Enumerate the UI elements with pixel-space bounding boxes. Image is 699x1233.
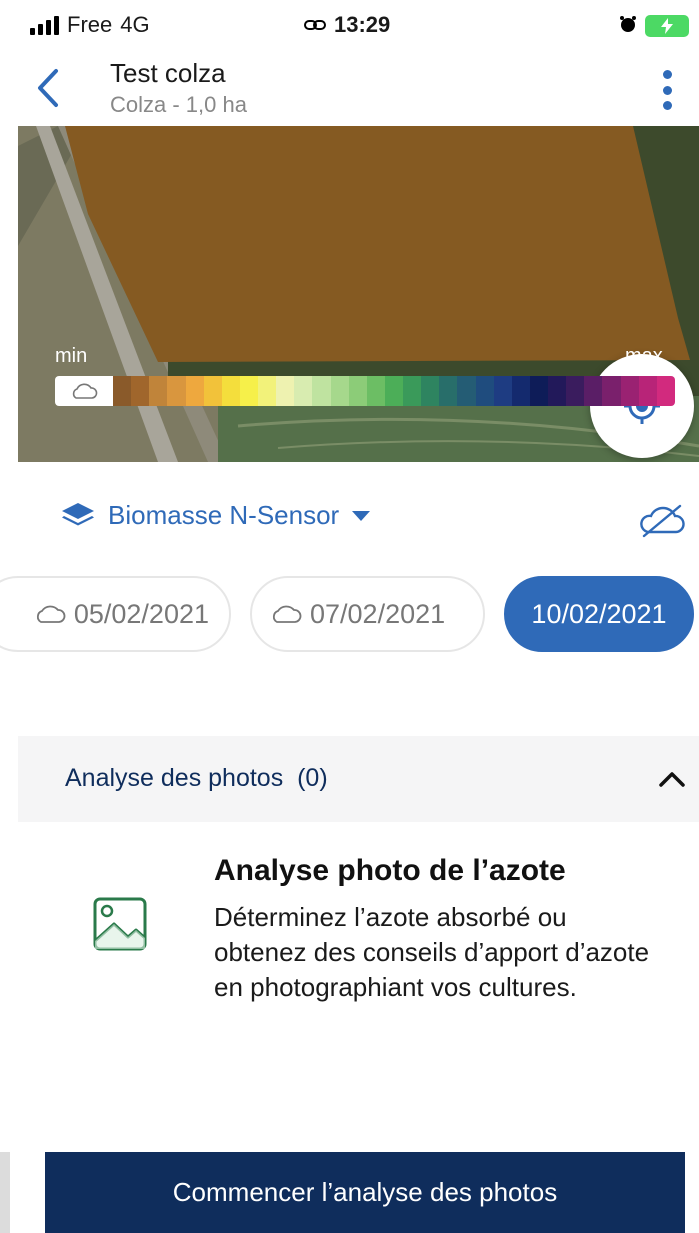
status-bar: Free 4G 13:29 <box>0 0 699 52</box>
chevron-left-icon <box>38 69 58 107</box>
status-center: 13:29 <box>304 12 390 38</box>
cloud-icon <box>36 605 66 623</box>
legend-swatch <box>131 376 150 406</box>
field-map[interactable] <box>18 126 699 462</box>
legend-swatch <box>566 376 585 406</box>
legend-swatch <box>602 376 621 406</box>
side-panel-edge <box>0 1152 10 1233</box>
legend-swatch <box>366 376 385 406</box>
date-label: 10/02/2021 <box>531 598 667 629</box>
legend-swatch <box>149 376 168 406</box>
legend-swatch <box>511 376 530 406</box>
legend-swatch <box>439 376 458 406</box>
page-subtitle: Colza - 1,0 ha <box>110 92 247 117</box>
back-button[interactable] <box>28 66 68 110</box>
alarm-icon <box>619 13 637 39</box>
photo-count: (0) <box>297 764 328 792</box>
layer-selector[interactable]: Biomasse N-Sensor <box>60 500 371 531</box>
legend-swatch <box>529 376 548 406</box>
legend-swatch <box>348 376 367 406</box>
legend-swatch <box>548 376 567 406</box>
legend-swatch <box>620 376 639 406</box>
legend-swatch <box>185 376 204 406</box>
cloud-filter-toggle[interactable] <box>637 500 687 540</box>
page-title: Test colza <box>110 58 226 88</box>
date-chip-2[interactable]: 07/02/2021 <box>250 576 485 652</box>
legend-swatch <box>276 376 295 406</box>
legend-max-label: max <box>625 345 663 367</box>
clock: 13:29 <box>334 12 391 37</box>
chevron-up-icon <box>657 764 687 794</box>
legend-swatch <box>384 376 403 406</box>
legend-swatch <box>258 376 277 406</box>
status-right <box>619 13 689 39</box>
layer-row: Biomasse N-Sensor <box>0 496 699 542</box>
legend-swatch <box>421 376 440 406</box>
legend-swatch <box>221 376 240 406</box>
analysis-title: Analyse photo de l’azote <box>214 854 566 887</box>
layer-label: Biomasse N-Sensor <box>108 500 340 530</box>
more-vertical-icon <box>662 70 672 79</box>
locate-me-button[interactable] <box>590 354 694 458</box>
legend-swatch <box>113 376 132 406</box>
caret-down-icon <box>352 510 371 521</box>
date-label: 05/02/2021 <box>73 598 209 629</box>
app-header: Test colza Colza - 1,0 ha <box>0 52 699 126</box>
legend-swatch <box>312 376 331 406</box>
legend-swatch <box>493 376 512 406</box>
legend-swatch <box>167 376 186 406</box>
legend-swatch <box>656 376 675 406</box>
start-photo-analysis-button[interactable]: Commencer l’analyse des photos <box>45 1152 685 1233</box>
cloud-icon <box>272 605 302 623</box>
section-title: Analyse des photos (0) <box>65 764 328 793</box>
link-icon <box>304 12 326 38</box>
legend-swatch <box>475 376 494 406</box>
legend-swatch <box>584 376 603 406</box>
legend-swatch <box>457 376 476 406</box>
more-options-button[interactable] <box>655 66 679 114</box>
legend-swatch <box>294 376 313 406</box>
signal-icon <box>30 15 59 35</box>
legend-swatch <box>239 376 258 406</box>
network-type: 4G <box>120 12 150 37</box>
date-chip-3[interactable]: 10/02/2021 <box>504 576 694 652</box>
cloud-off-icon <box>640 504 685 538</box>
date-chip-1[interactable]: 05/02/2021 <box>0 576 231 652</box>
date-selector: 05/02/2021 07/02/2021 10/02/2021 <box>0 576 699 652</box>
legend-swatch <box>403 376 422 406</box>
carrier-name: Free <box>67 12 113 37</box>
date-label: 07/02/2021 <box>310 598 446 629</box>
section-title-text: Analyse des photos <box>65 764 284 792</box>
photos-section-header[interactable]: Analyse des photos (0) <box>18 736 699 822</box>
status-left: Free 4G <box>30 12 150 38</box>
legend-swatch <box>203 376 222 406</box>
image-icon <box>92 896 148 952</box>
cloud-icon <box>55 376 113 406</box>
legend-gradient <box>113 376 675 406</box>
layers-icon <box>62 502 94 525</box>
legend-swatch <box>330 376 349 406</box>
analysis-description: Déterminez l’azote absorbé ou obtenez de… <box>214 902 650 1002</box>
legend-min-label: min <box>55 345 88 367</box>
color-legend <box>55 376 675 406</box>
battery-charging-icon <box>645 15 689 37</box>
legend-swatch <box>638 376 657 406</box>
